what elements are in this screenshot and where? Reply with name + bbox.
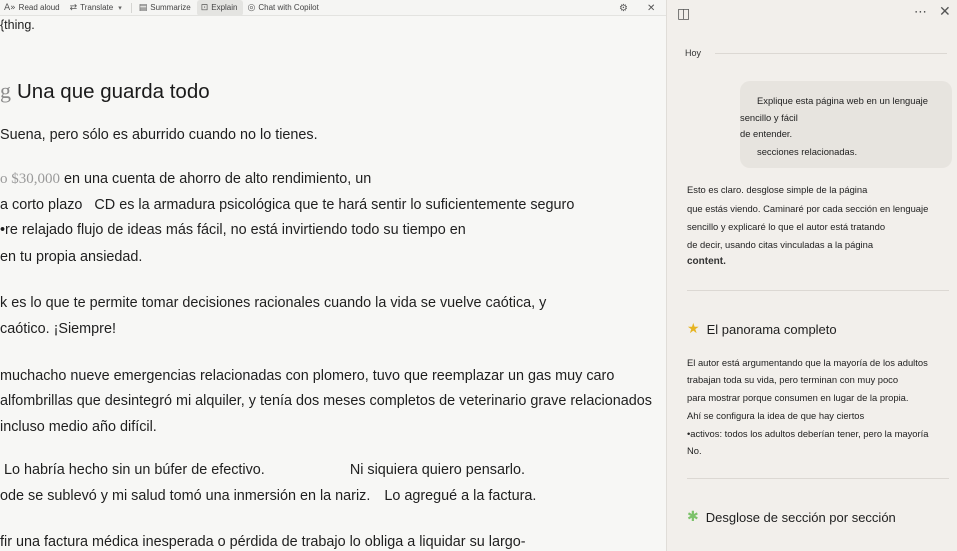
paragraph-line: caótico. ¡Siempre! xyxy=(0,321,116,337)
explain-icon: ⊡ xyxy=(200,2,209,13)
paragraph-line: Lo habría hecho sin un búfer de efectivo… xyxy=(4,462,525,478)
explain-label: Explain xyxy=(211,3,238,12)
divider xyxy=(687,478,949,479)
paragraph-line: •re relajado flujo de ideas más fácil, n… xyxy=(0,222,466,238)
paragraph-line: en tu propia ansiedad. xyxy=(0,249,143,265)
translate-icon: ⇄ xyxy=(69,2,78,13)
article-fragment: {thing. xyxy=(0,18,35,32)
sidebar-toggle-icon[interactable]: ◫ xyxy=(677,6,690,22)
close-icon[interactable]: ✕ xyxy=(939,4,951,20)
translate-label: Translate xyxy=(80,3,114,12)
paragraph-text: ode se sublevó y mi salud tomó una inmer… xyxy=(0,488,371,504)
toolbar-divider xyxy=(130,2,132,13)
chat-with-copilot-button[interactable]: ◎ Chat with Copilot xyxy=(243,0,324,16)
summarize-label: Summarize xyxy=(150,3,191,12)
paragraph-text: a corto plazo xyxy=(0,197,83,213)
paragraph-text: CD es la armadura psicológica que te har… xyxy=(94,197,575,213)
message-line: de entender. xyxy=(740,128,793,139)
paragraph-line: ode se sublevó y mi salud tomó una inmer… xyxy=(0,488,536,504)
star-icon: ★ xyxy=(687,321,700,337)
paragraph-line: a corto plazo CD es la armadura psicológi… xyxy=(0,197,574,213)
chat-label: Chat with Copilot xyxy=(258,3,319,12)
heading-glyph: g xyxy=(0,78,11,103)
copilot-panel: ◫ ⋯ ✕ Hoy Explique esta página web en un… xyxy=(666,0,957,551)
paragraph-line: alfombrillas que desintegró mi alquiler,… xyxy=(0,393,652,409)
response-line: de decir, usando citas vinculadas a la p… xyxy=(687,239,874,250)
response-line: sencillo y explicaré lo que el autor est… xyxy=(687,221,886,232)
gear-icon[interactable]: ⚙ xyxy=(619,0,628,16)
paragraph-line: Suena, pero sólo es aburrido cuando no l… xyxy=(0,127,318,143)
speaker-icon: A» xyxy=(4,2,16,13)
paragraph-line: o $30,000 en una cuenta de ahorro de alto… xyxy=(0,171,371,188)
section-line: No. xyxy=(687,445,702,456)
paragraph-text: Lo habría hecho sin un búfer de efectivo… xyxy=(4,462,265,478)
read-aloud-label: Read aloud xyxy=(18,3,60,12)
puzzle-icon: ✱ xyxy=(687,509,699,525)
more-icon[interactable]: ⋯ xyxy=(914,5,927,20)
divider xyxy=(687,290,949,291)
message-line: secciones relacionadas. xyxy=(757,146,858,157)
paragraph-line: fir una factura médica inesperada o pérd… xyxy=(0,534,526,550)
paragraph-line: incluso medio año difícil. xyxy=(0,419,157,435)
paragraph-text: en una cuenta de ahorro de alto rendimie… xyxy=(64,171,372,187)
response-line: que estás viendo. Caminaré por cada secc… xyxy=(687,203,929,214)
summarize-icon: ▤ xyxy=(138,2,148,13)
close-icon[interactable]: ✕ xyxy=(647,0,655,16)
section-line: •activos: todos los adultos deberían ten… xyxy=(687,428,929,439)
paragraph-line: k es lo que te permite tomar decisiones … xyxy=(0,295,547,311)
reading-toolbar: A» Read aloud ⇄ Translate ▾ ▤ Summarize … xyxy=(0,0,666,16)
copilot-icon: ◎ xyxy=(247,2,256,13)
read-aloud-button[interactable]: A» Read aloud xyxy=(0,0,66,16)
explain-button[interactable]: ⊡ Explain xyxy=(196,0,244,16)
paragraph-line: muchacho nueve emergencias relacionadas … xyxy=(0,368,615,384)
response-line: content. xyxy=(687,256,726,267)
chevron-down-icon: ▾ xyxy=(118,4,122,12)
message-line: Explique esta página web en un lenguaje xyxy=(757,95,928,106)
date-separator: Hoy xyxy=(685,48,947,58)
today-label: Hoy xyxy=(685,48,702,58)
translate-button[interactable]: ⇄ Translate ▾ xyxy=(66,0,128,16)
section-line: para mostrar porque consumen en lugar de… xyxy=(687,392,909,403)
message-line: sencillo y fácil xyxy=(740,112,798,123)
article-content: {thing. g Una que guarda todo Suena, pero… xyxy=(0,16,666,551)
money-amount: o $30,000 xyxy=(0,171,60,187)
section-heading: g Una que guarda todo xyxy=(0,78,210,104)
paragraph-text: Lo agregué a la factura. xyxy=(384,488,537,504)
heading-text: Una que guarda todo xyxy=(17,80,210,103)
section-line: El autor está argumentando que la mayorí… xyxy=(687,357,928,368)
section-line: trabajan toda su vida, pero terminan con… xyxy=(687,374,899,385)
paragraph-text: Ni siquiera quiero pensarlo. xyxy=(349,462,525,478)
summarize-button[interactable]: ▤ Summarize xyxy=(135,0,197,16)
section-title: ★ El panorama completo xyxy=(687,321,837,337)
section-title-text: El panorama completo xyxy=(706,321,837,337)
section-title: ✱ Desglose de sección por sección xyxy=(687,509,896,525)
section-title-text: Desglose de sección por sección xyxy=(705,509,896,525)
response-line: Esto es claro. desglose simple de la pág… xyxy=(687,184,868,195)
section-line: Ahí se configura la idea de que hay cier… xyxy=(687,410,865,421)
divider xyxy=(715,52,947,54)
user-message-bubble: Explique esta página web en un lenguaje … xyxy=(740,81,952,168)
